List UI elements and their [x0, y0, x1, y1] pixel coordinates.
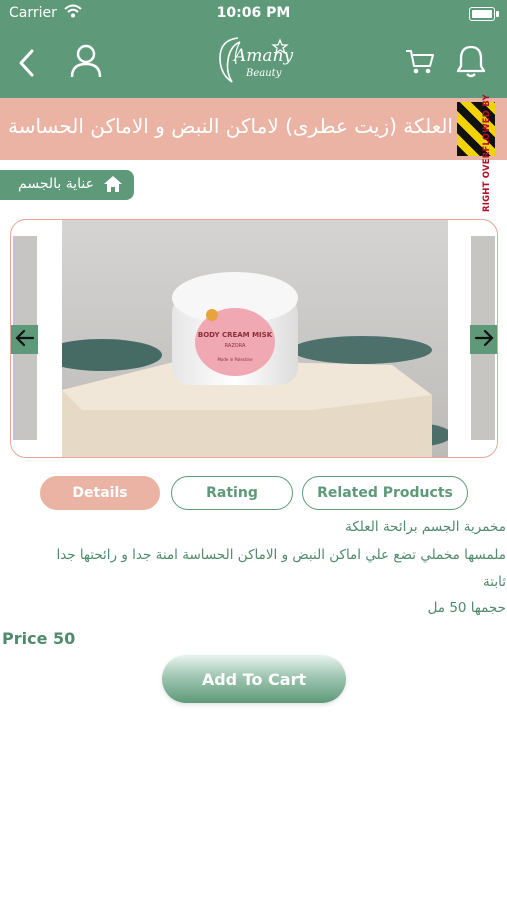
description-line: ثابتة: [483, 574, 506, 590]
arrow-left-icon: [14, 329, 35, 351]
notifications-bell-icon[interactable]: [456, 44, 486, 82]
add-to-cart-button[interactable]: Add To Cart: [162, 655, 346, 703]
cart-icon[interactable]: [405, 48, 435, 80]
status-bar: Carrier 10:06 PM: [0, 0, 507, 28]
product-price: Price 50: [2, 629, 76, 648]
product-photo: BODY CREAM MISK RAZORA Made in Palestine: [62, 220, 448, 457]
description-line: حجمها 50 مل: [427, 600, 506, 616]
tab-details[interactable]: Details: [40, 476, 160, 510]
jar-label: BODY CREAM MISK: [198, 331, 273, 339]
description-line: مخمرية الجسم برائحة العلكة: [345, 519, 506, 535]
overflow-warning-text: RIGHT OVERFLOWED BY: [482, 94, 492, 212]
profile-icon[interactable]: [70, 44, 102, 82]
product-image-carousel[interactable]: BODY CREAM MISK RAZORA Made in Palestine: [10, 219, 498, 458]
app-header: Amany Beauty: [0, 28, 507, 98]
product-title-banner: العلكة (زيت عطرى) لاماكن النبض و الاماكن…: [0, 98, 507, 160]
jar-origin: Made in Palestine: [217, 357, 253, 362]
product-title: العلكة (زيت عطرى) لاماكن النبض و الاماكن…: [7, 114, 453, 138]
brand-name: Amany: [234, 46, 294, 66]
carousel-next-button[interactable]: [470, 325, 497, 354]
description-line: ملمسها مخملي تضع علي اماكن النبض و الاما…: [56, 547, 506, 563]
category-label: عناية بالجسم: [18, 176, 94, 192]
brand-subtitle: Beauty: [246, 68, 282, 79]
carousel-prev-button[interactable]: [11, 325, 38, 354]
back-arrow-icon[interactable]: [16, 48, 38, 82]
product-tabs: Details Rating Related Products: [0, 476, 507, 514]
tab-related-products[interactable]: Related Products: [302, 476, 468, 510]
home-icon: [103, 175, 123, 197]
battery-icon: [469, 7, 499, 21]
arrow-right-icon: [474, 329, 494, 351]
jar-sublabel: RAZORA: [225, 343, 246, 349]
tab-rating[interactable]: Rating: [171, 476, 293, 510]
clock: 10:06 PM: [216, 5, 291, 21]
brand-logo: Amany Beauty: [210, 34, 300, 90]
category-breadcrumb[interactable]: عناية بالجسم: [0, 170, 134, 200]
